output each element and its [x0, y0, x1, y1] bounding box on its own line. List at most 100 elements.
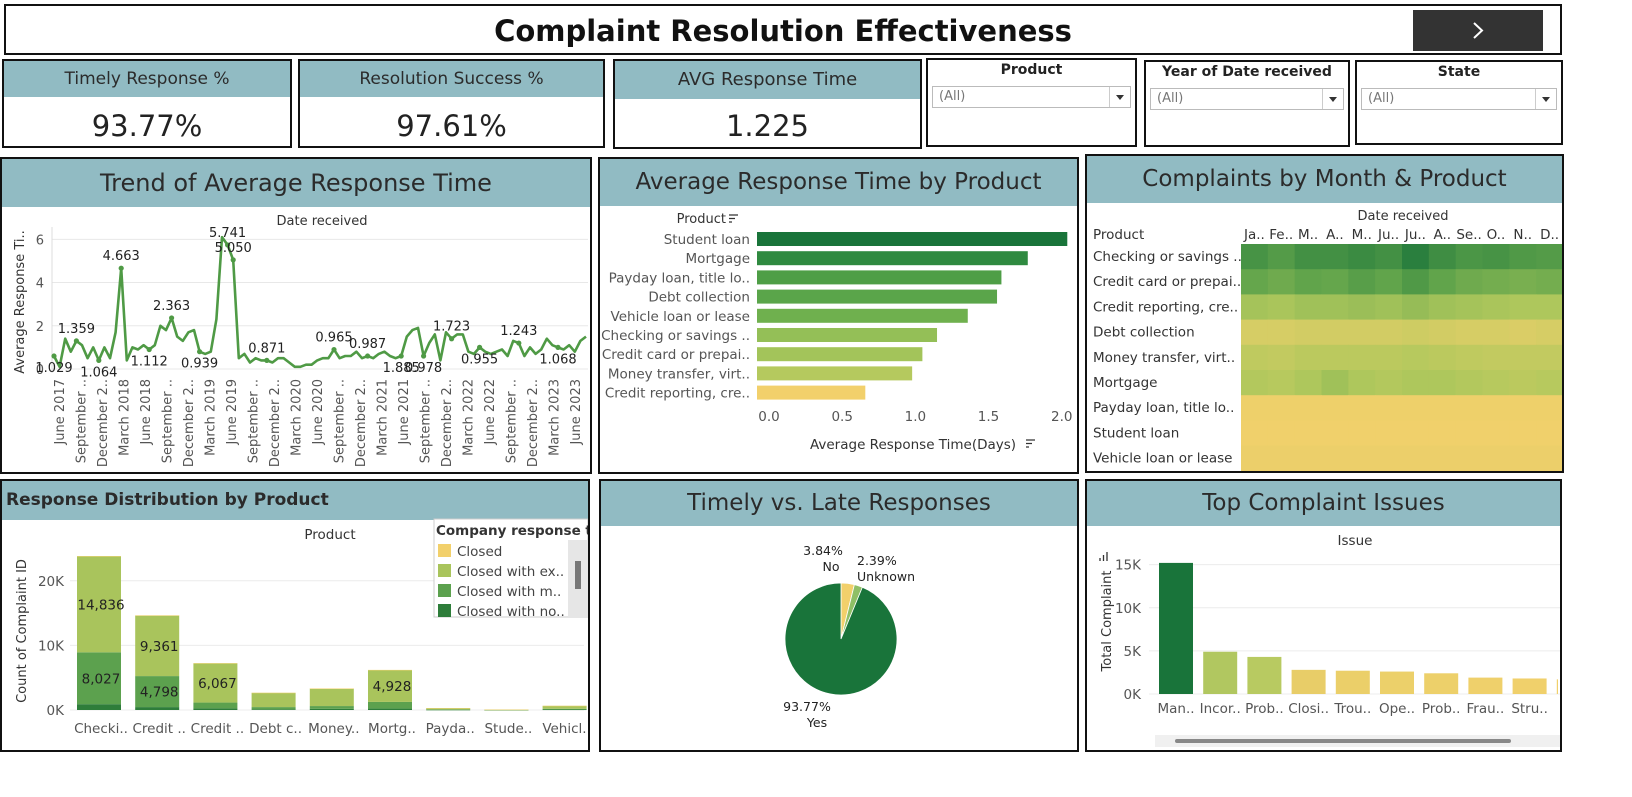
x-tick-label: Credit ..	[191, 721, 244, 737]
next-page-button[interactable]	[1413, 10, 1543, 51]
data-label: 0.987	[349, 337, 386, 352]
x-tick-label: March 2019	[204, 379, 219, 456]
x-tick-label: December 2..	[182, 379, 197, 467]
slice-percent: 2.39%	[857, 553, 897, 568]
trend-point	[146, 346, 152, 353]
heatmap-cell	[1482, 269, 1510, 295]
legend-swatch	[438, 584, 451, 597]
heatmap-cell	[1375, 294, 1403, 321]
chevron-down-icon[interactable]	[1109, 87, 1130, 107]
heatmap-cell	[1348, 269, 1376, 295]
heatmap-cell	[1241, 445, 1269, 471]
x-tick-label: 0.0	[758, 409, 779, 425]
bar	[1247, 656, 1282, 694]
state-select[interactable]: (All)	[1361, 88, 1557, 110]
chevron-down-icon[interactable]	[1535, 89, 1556, 109]
bar	[1159, 562, 1193, 694]
stacked-bar-segment	[542, 708, 587, 710]
column-label: D..	[1540, 227, 1559, 243]
heatmap-cell	[1536, 294, 1562, 321]
heatmap-cell	[1402, 445, 1430, 471]
bar	[1468, 677, 1503, 694]
row-label: Credit reporting, cre..	[1093, 299, 1238, 315]
x-axis-label: Average Response Time(Days)	[810, 437, 1016, 453]
bar	[757, 328, 938, 342]
heatmap-cell	[1509, 344, 1537, 371]
heatmap-cell	[1402, 294, 1430, 321]
trend-point	[230, 257, 236, 263]
bar	[757, 366, 913, 381]
select-value: (All)	[939, 89, 966, 104]
data-label: 1.068	[539, 352, 576, 367]
filter-year: Year of Date received (All)	[1144, 60, 1350, 147]
row-label: Money transfer, virt..	[1093, 350, 1235, 366]
x-tick-label: March 2022	[462, 379, 477, 456]
x-tick-label: December 2..	[268, 379, 283, 467]
select-value: (All)	[1368, 91, 1395, 106]
heatmap-cell	[1482, 445, 1510, 471]
trend-point	[51, 353, 57, 359]
x-tick-label: September ..	[75, 379, 90, 463]
stacked-bar-segment	[368, 669, 412, 671]
stacked-bar-segment	[193, 663, 238, 664]
row-header: Product	[1093, 227, 1144, 243]
y-tick-label: 5K	[1124, 644, 1143, 660]
issues-panel: Top Complaint Issues Issue Total Complain…	[1085, 479, 1562, 752]
x-tick-label: 2.0	[1051, 409, 1072, 425]
x-tick-label: 1.5	[978, 409, 999, 425]
x-tick-label: Prob..	[1422, 701, 1461, 717]
kpi-avg-response-time: AVG Response Time 1.225	[613, 59, 922, 149]
heatmap-cell	[1428, 344, 1457, 371]
heatmap-cell	[1375, 445, 1403, 471]
bar	[1335, 670, 1370, 694]
heatmap-cell	[1294, 319, 1322, 346]
x-tick-label: September ..	[419, 379, 434, 463]
avg-response-bar-chart: Product Student loan Mortgage Payday loan, …	[601, 212, 1072, 453]
y-tick-label: 10K	[38, 638, 65, 654]
heatmap-cell	[1321, 319, 1349, 346]
heatmap-cell	[1294, 370, 1322, 396]
stacked-bar-segment	[193, 702, 238, 709]
row-label: Debt collection	[1093, 325, 1195, 341]
product-select[interactable]: (All)	[932, 86, 1131, 108]
column-label: Ju..	[1404, 227, 1426, 243]
data-label: 0.978	[405, 361, 442, 376]
heatmap-cell	[1482, 294, 1510, 321]
legend-label: Closed with ex..	[457, 564, 564, 580]
heatmap-cell	[1509, 319, 1537, 346]
x-tick-label: Ope..	[1379, 701, 1415, 717]
heatmap-cell	[1482, 344, 1510, 371]
heatmap-cell	[1455, 395, 1483, 421]
column-label: N..	[1513, 227, 1532, 243]
stacked-bar-segment	[251, 692, 296, 694]
y-tick-label: 0K	[47, 703, 66, 719]
x-tick-label: Mortg..	[368, 721, 416, 737]
year-select[interactable]: (All)	[1150, 88, 1344, 110]
heatmap-cell	[1241, 244, 1269, 270]
chevron-down-icon[interactable]	[1322, 89, 1343, 109]
heatmap-cell	[1321, 370, 1349, 396]
bar	[1424, 673, 1459, 694]
heatmap-cell	[1536, 319, 1562, 346]
kpi-value: 1.225	[725, 109, 810, 143]
select-value: (All)	[1157, 91, 1184, 106]
data-label: 2.363	[153, 299, 190, 314]
kpi-value: 93.77%	[91, 109, 203, 143]
kpi-value: 97.61%	[396, 109, 507, 143]
x-tick-label: March 2020	[290, 379, 305, 456]
legend-swatch	[438, 544, 451, 557]
legend-scroll-thumb	[575, 561, 581, 589]
data-label: 9,361	[140, 639, 179, 655]
legend-label: Closed with no..	[457, 604, 565, 620]
heatmap-cell	[1509, 420, 1537, 447]
y-tick-label: 15K	[1115, 558, 1142, 574]
filter-label: State	[1437, 64, 1481, 80]
x-tick-label: March 2021	[376, 379, 391, 456]
bar	[757, 289, 998, 304]
heatmap-cell	[1375, 370, 1403, 396]
chart-title: Date received	[277, 214, 368, 229]
heatmap-cell	[1241, 370, 1269, 396]
heatmap-cell	[1428, 269, 1457, 295]
heatmap-cell	[1321, 244, 1349, 270]
kpi-resolution-success: Resolution Success % 97.61%	[298, 59, 605, 148]
